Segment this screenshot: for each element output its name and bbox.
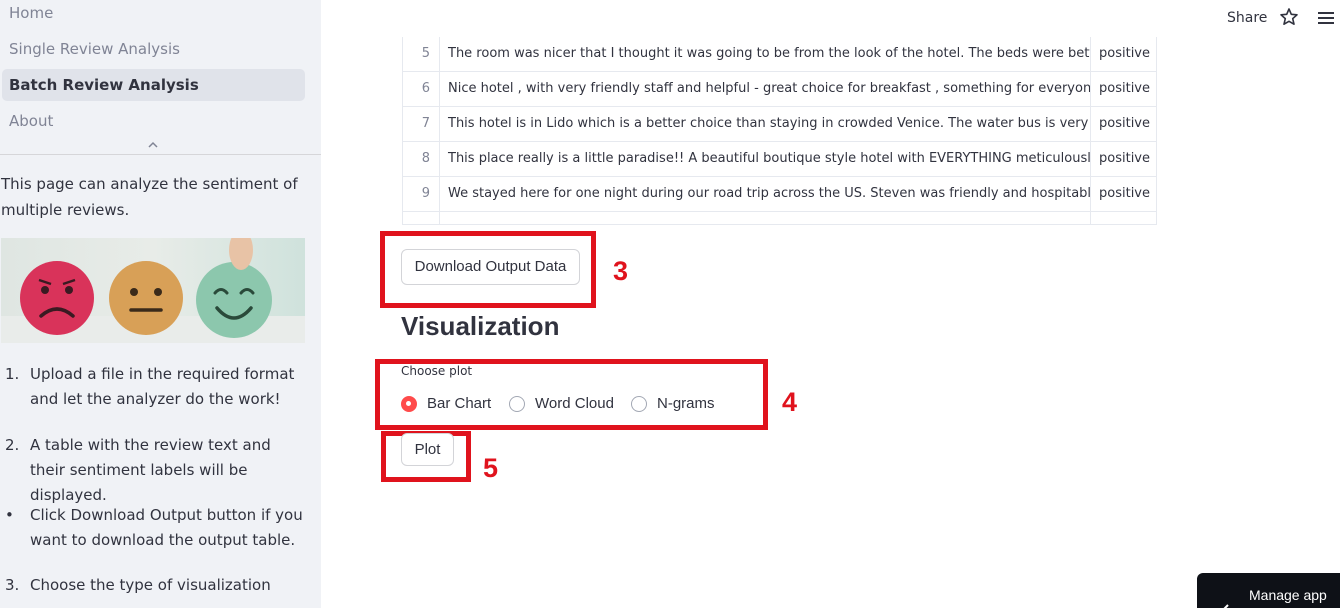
share-button[interactable]: Share: [1227, 8, 1267, 28]
nav-divider: [0, 154, 321, 155]
table-row: 8 This place really is a little paradise…: [403, 142, 1156, 177]
chevron-up-icon[interactable]: [146, 138, 160, 152]
sidebar-item-batch-review-analysis[interactable]: Batch Review Analysis: [2, 69, 305, 101]
table-row: 6 Nice hotel , with very friendly staff …: [403, 72, 1156, 107]
annotation-number-5: 5: [483, 453, 499, 483]
radio-unselected-icon: [509, 396, 525, 412]
sidebar-item-home[interactable]: Home: [2, 0, 305, 29]
sidebar-item-about[interactable]: About: [2, 105, 305, 137]
choose-plot-label: Choose plot: [401, 364, 473, 378]
table-row-partial: [403, 212, 1156, 224]
manage-app-button[interactable]: Manage app: [1197, 573, 1340, 608]
chevron-left-icon: [1221, 589, 1231, 608]
visualization-heading: Visualization: [401, 311, 560, 341]
hamburger-menu-icon[interactable]: [1317, 9, 1335, 27]
download-output-button[interactable]: Download Output Data: [401, 249, 580, 285]
radio-selected-icon: [401, 396, 417, 412]
table-row: 9 We stayed here for one night during ou…: [403, 177, 1156, 212]
page-intro-text: This page can analyze the sentiment of m…: [1, 175, 298, 219]
table-row: 7 This hotel is in Lido which is a bette…: [403, 107, 1156, 142]
output-data-table[interactable]: 5 The room was nicer that I thought it w…: [402, 37, 1157, 225]
sidebar: Home Single Review Analysis Batch Review…: [0, 0, 321, 608]
star-icon[interactable]: [1279, 7, 1299, 27]
sentiment-faces-image: [1, 238, 305, 343]
annotation-number-4: 4: [782, 387, 798, 417]
plot-button[interactable]: Plot: [401, 433, 454, 466]
annotation-number-3: 3: [613, 256, 629, 286]
plot-type-radio-group: Bar Chart Word Cloud N-grams: [401, 393, 741, 415]
sidebar-item-single-review-analysis[interactable]: Single Review Analysis: [2, 33, 305, 65]
table-row: 5 The room was nicer that I thought it w…: [403, 37, 1156, 72]
radio-unselected-icon: [631, 396, 647, 412]
